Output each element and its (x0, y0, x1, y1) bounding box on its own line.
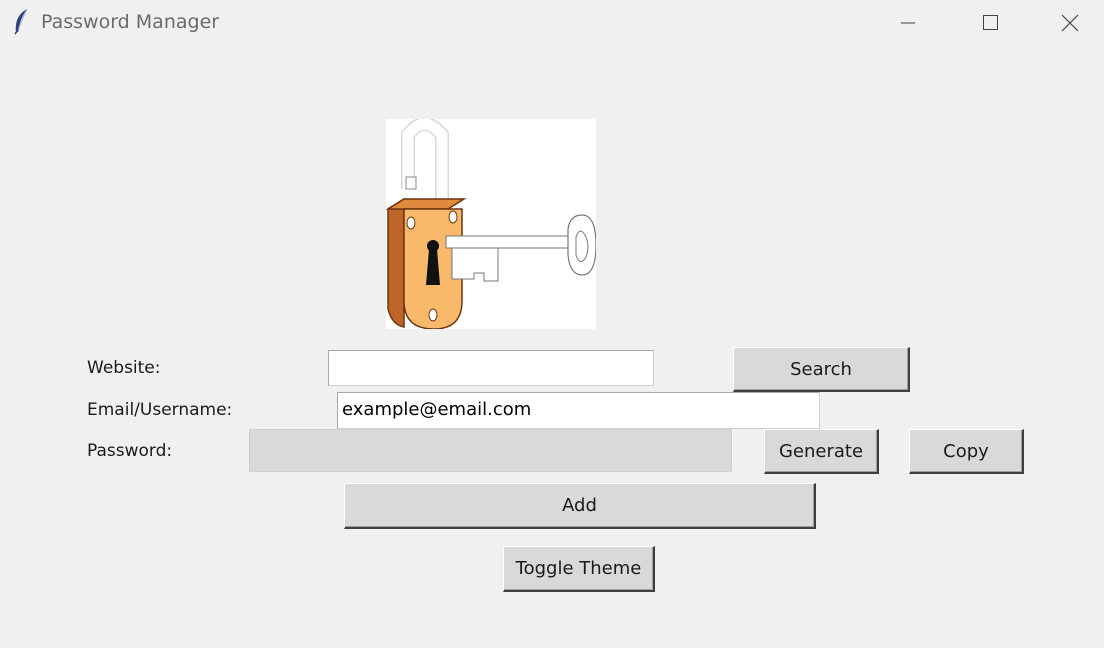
minimize-button[interactable] (868, 0, 948, 45)
close-icon (1061, 14, 1079, 32)
window-title: Password Manager (41, 11, 220, 33)
feather-icon (12, 8, 32, 36)
minimize-icon (901, 22, 915, 24)
maximize-icon (983, 15, 998, 30)
email-username-label: Email/Username: (87, 400, 233, 420)
toggle-theme-button[interactable]: Toggle Theme (503, 546, 655, 592)
app-window: Password Manager Website: Search Email/U… (0, 0, 1104, 648)
email-username-input[interactable]: example@email.com (337, 392, 820, 429)
add-button[interactable]: Add (344, 483, 816, 529)
copy-password-button[interactable]: Copy (909, 429, 1024, 474)
search-button[interactable]: Search (733, 347, 910, 392)
maximize-button[interactable] (950, 0, 1030, 45)
generate-password-button[interactable]: Generate (764, 429, 879, 474)
close-button[interactable] (1030, 0, 1104, 45)
password-input[interactable] (249, 429, 732, 472)
title-bar[interactable]: Password Manager (0, 0, 1104, 45)
website-input[interactable] (328, 350, 654, 386)
website-label: Website: (87, 358, 161, 378)
password-label: Password: (87, 441, 173, 461)
padlock-with-key-icon (385, 117, 597, 330)
